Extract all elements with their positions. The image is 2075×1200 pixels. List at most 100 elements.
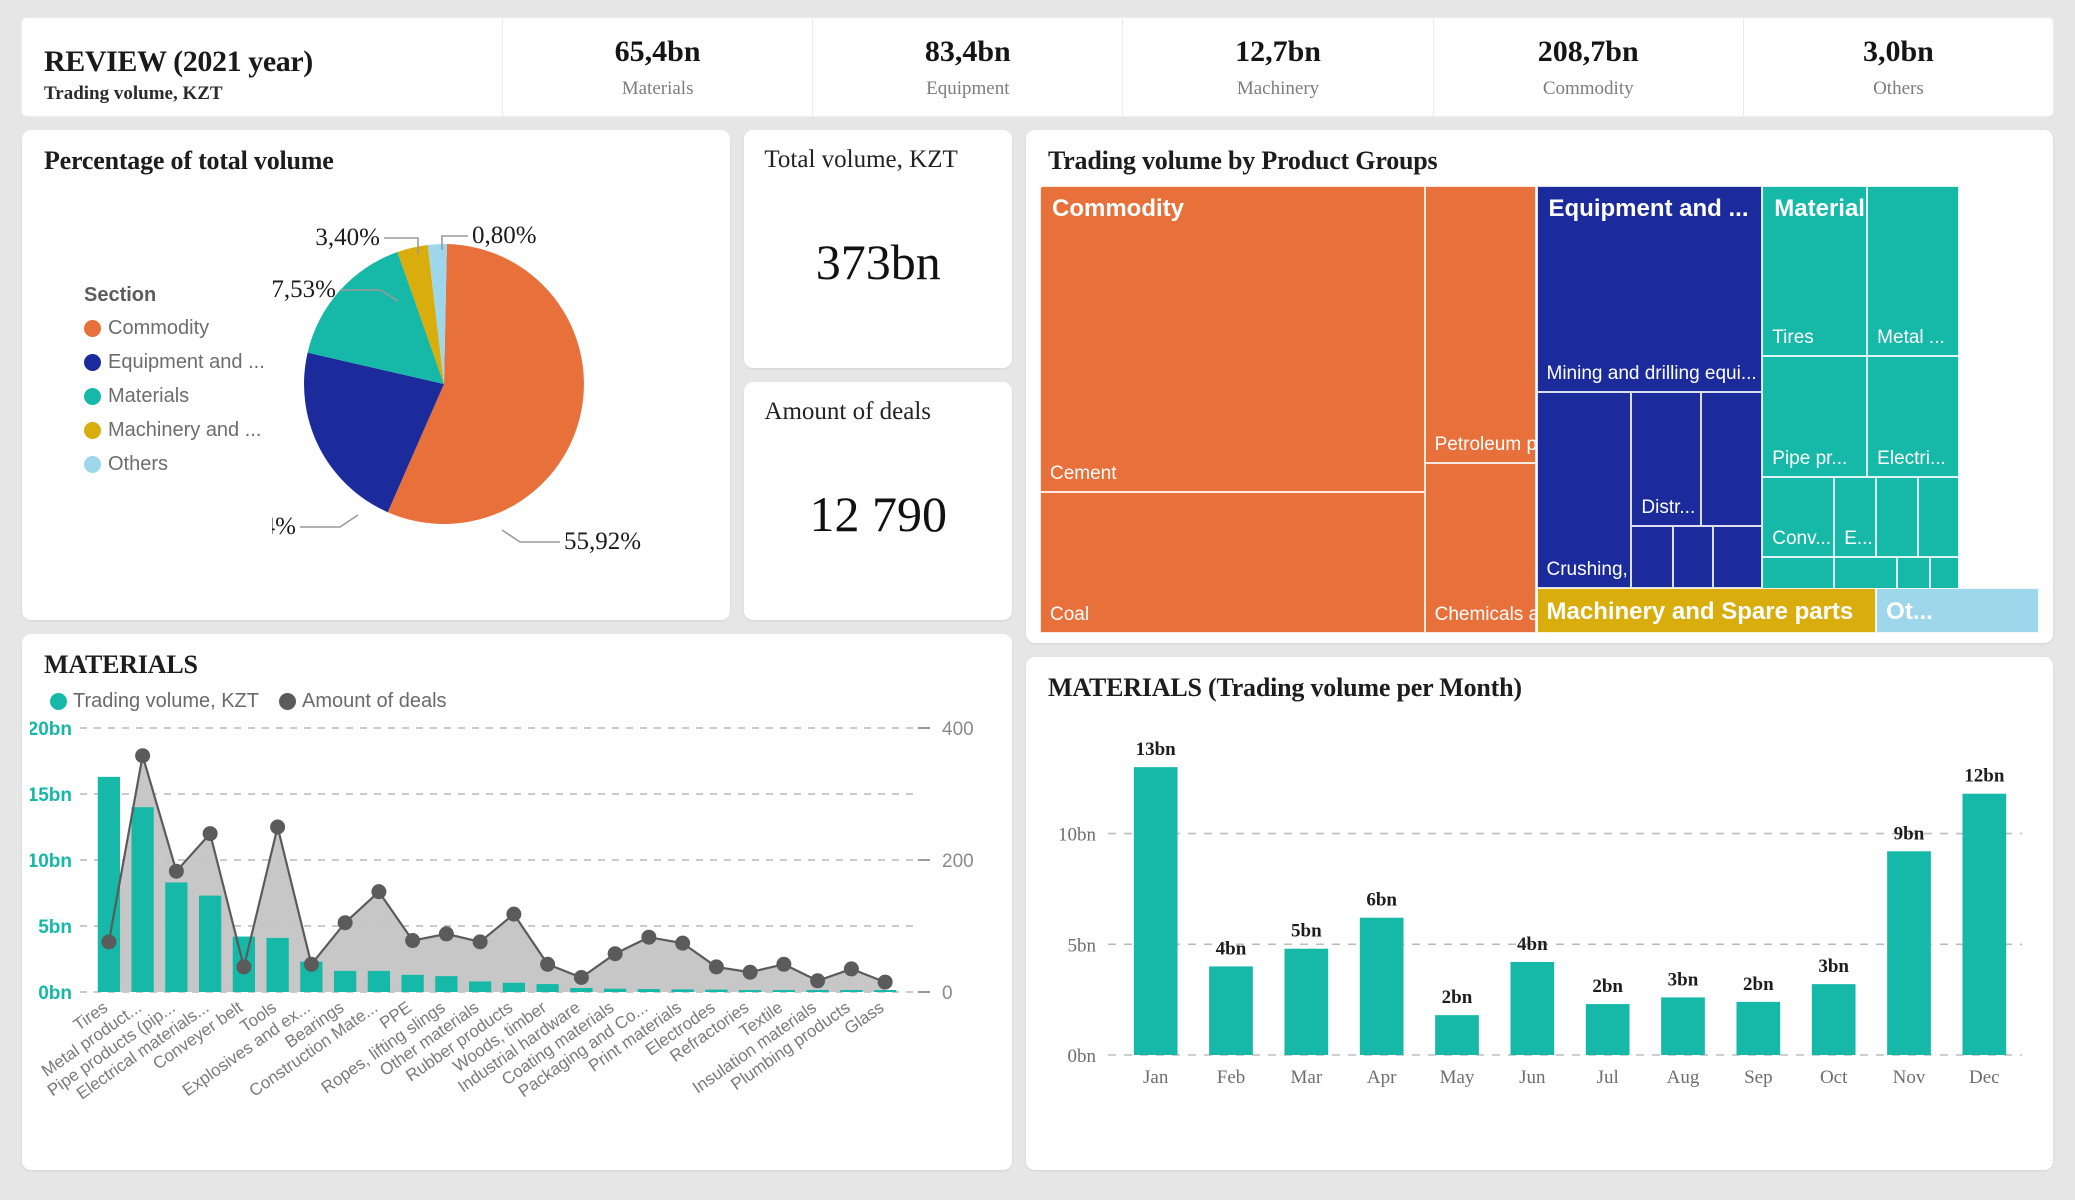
data-point[interactable] [438,926,454,942]
legend-item-materials[interactable]: Materials [84,385,265,408]
treemap-tile-crushing[interactable]: Crushing, g... [1536,391,1632,589]
data-point[interactable] [135,748,151,764]
bar[interactable] [165,882,188,992]
bar[interactable] [1585,1004,1630,1055]
data-point[interactable] [405,933,421,949]
data-point[interactable] [708,959,724,975]
legend-item-trading-volume[interactable]: Trading volume, KZT [50,690,259,713]
bar[interactable] [131,807,154,992]
legend-item-equipment[interactable]: Equipment and ... [84,351,265,374]
bar[interactable] [435,976,458,992]
treemap-tile-distribution[interactable]: Distr... [1631,391,1702,526]
legend-item-machinery[interactable]: Machinery and ... [84,419,265,442]
bar[interactable] [603,988,627,992]
treemap-tile-electrical-materials[interactable]: Electri... [1867,355,1960,477]
data-point[interactable] [641,929,657,945]
data-point[interactable] [742,964,758,980]
bar[interactable] [536,984,559,992]
treemap-tile-metal[interactable]: Metal ... [1867,186,1960,356]
data-point[interactable] [270,819,286,835]
bar[interactable] [367,970,391,992]
data-point[interactable] [337,915,353,931]
treemap-leaf-label: Conv... [1772,528,1832,549]
treemap-tile-cement[interactable]: Commodity Cement [1040,186,1425,493]
treemap-tile-eq-misc-3[interactable] [1673,525,1714,589]
bar[interactable] [637,989,661,992]
bar[interactable] [1284,948,1329,1055]
bar[interactable] [1661,997,1705,1055]
treemap-tile-mat-misc-1[interactable] [1876,476,1919,557]
data-point[interactable] [236,959,252,975]
bar[interactable] [840,990,863,992]
treemap-tile-eq-misc-2[interactable] [1631,525,1674,589]
bar[interactable] [705,989,728,992]
bar[interactable] [266,937,289,992]
bar[interactable] [772,990,796,992]
treemap-tile-chemicals[interactable]: Chemicals a... [1424,463,1537,633]
amount-of-deals-card[interactable]: Amount of deals 12 790 [744,382,1012,620]
bar[interactable] [1736,1001,1781,1055]
bar[interactable] [1887,851,1931,1055]
treemap-tile-mat-misc-2[interactable] [1918,476,1960,557]
treemap-tile-explosives[interactable]: E... [1834,476,1877,557]
bar[interactable] [1510,962,1555,1055]
treemap-tile-mining-drilling[interactable]: Equipment and ... Mining and drilling equ… [1536,186,1763,392]
bar[interactable] [1359,917,1404,1055]
bar[interactable] [1811,984,1856,1055]
bar[interactable] [570,988,593,992]
data-point[interactable] [168,863,184,879]
data-point[interactable] [843,961,859,977]
bar[interactable] [1133,767,1178,1055]
treemap[interactable]: Commodity Cement Coal Petroleum p... Chemica… [1040,186,2039,633]
data-point[interactable] [371,884,387,900]
data-point[interactable] [303,956,319,972]
data-point[interactable] [573,969,589,985]
data-point[interactable] [877,974,893,990]
data-point[interactable] [776,956,792,972]
bar[interactable] [1435,1015,1479,1055]
bar[interactable] [738,990,762,992]
bar[interactable] [198,895,222,992]
legend-item-commodity[interactable]: Commodity [84,317,265,340]
data-point[interactable] [101,934,117,950]
treemap-tile-conveyer[interactable]: Conv... [1762,476,1835,557]
data-point[interactable] [810,973,826,989]
bar[interactable] [1962,793,2007,1055]
data-point[interactable] [675,935,691,951]
bar[interactable] [333,970,357,992]
total-volume-card[interactable]: Total volume, KZT 373bn [744,130,1012,368]
treemap-tile-eq-misc-1[interactable] [1701,391,1763,526]
bar[interactable] [401,974,424,992]
bar[interactable] [873,990,897,992]
bar[interactable] [468,981,492,992]
treemap-tile-pipe-products[interactable]: Pipe pr... [1762,355,1868,477]
kpi-others[interactable]: 3,0bn Others [1742,18,2053,116]
treemap-tile-eq-misc-4[interactable] [1713,525,1763,589]
treemap-tile-machinery-band[interactable]: Machinery and Spare parts [1536,588,1877,633]
treemap-tile-petroleum[interactable]: Petroleum p... [1424,186,1537,464]
month-chart-svg[interactable]: 0bn 5bn 10bn 13bn Jan 4bn Feb 5bn Mar 6bn Apr 2bn Ma… [1040,715,2050,1145]
treemap-tile[interactable] [1040,186,1042,188]
kpi-materials[interactable]: 65,4bn Materials [502,18,812,116]
kpi-equipment[interactable]: 83,4bn Equipment [812,18,1122,116]
kpi-machinery[interactable]: 12,7bn Machinery [1122,18,1432,116]
treemap-tile-coal[interactable]: Coal [1040,492,1425,633]
bar[interactable] [502,982,526,992]
kpi-commodity[interactable]: 208,7bn Commodity [1432,18,1743,116]
treemap-tile-tires[interactable]: Materials Tires [1762,186,1868,356]
legend-item-amount-of-deals[interactable]: Amount of deals [279,690,447,713]
treemap-group-label: Machinery and Spare parts [1546,597,1854,625]
treemap-tile-others-band[interactable]: Ot... [1876,588,2039,633]
bar[interactable] [1209,966,1253,1055]
combo-chart-svg[interactable]: 0bn5bn10bn15bn20bn0200400TiresMetal prod… [30,712,990,1152]
data-point[interactable] [202,826,218,842]
data-point[interactable] [506,906,522,922]
bar[interactable] [97,776,121,992]
data-point[interactable] [607,946,623,962]
bar[interactable] [806,990,829,992]
data-point[interactable] [472,934,488,950]
legend-item-others[interactable]: Others [84,453,265,476]
bar[interactable] [671,989,694,992]
data-point[interactable] [540,956,556,972]
pie-svg[interactable]: 55,92% 22,34% 17,53% 3,40% 0,80% [272,214,722,574]
